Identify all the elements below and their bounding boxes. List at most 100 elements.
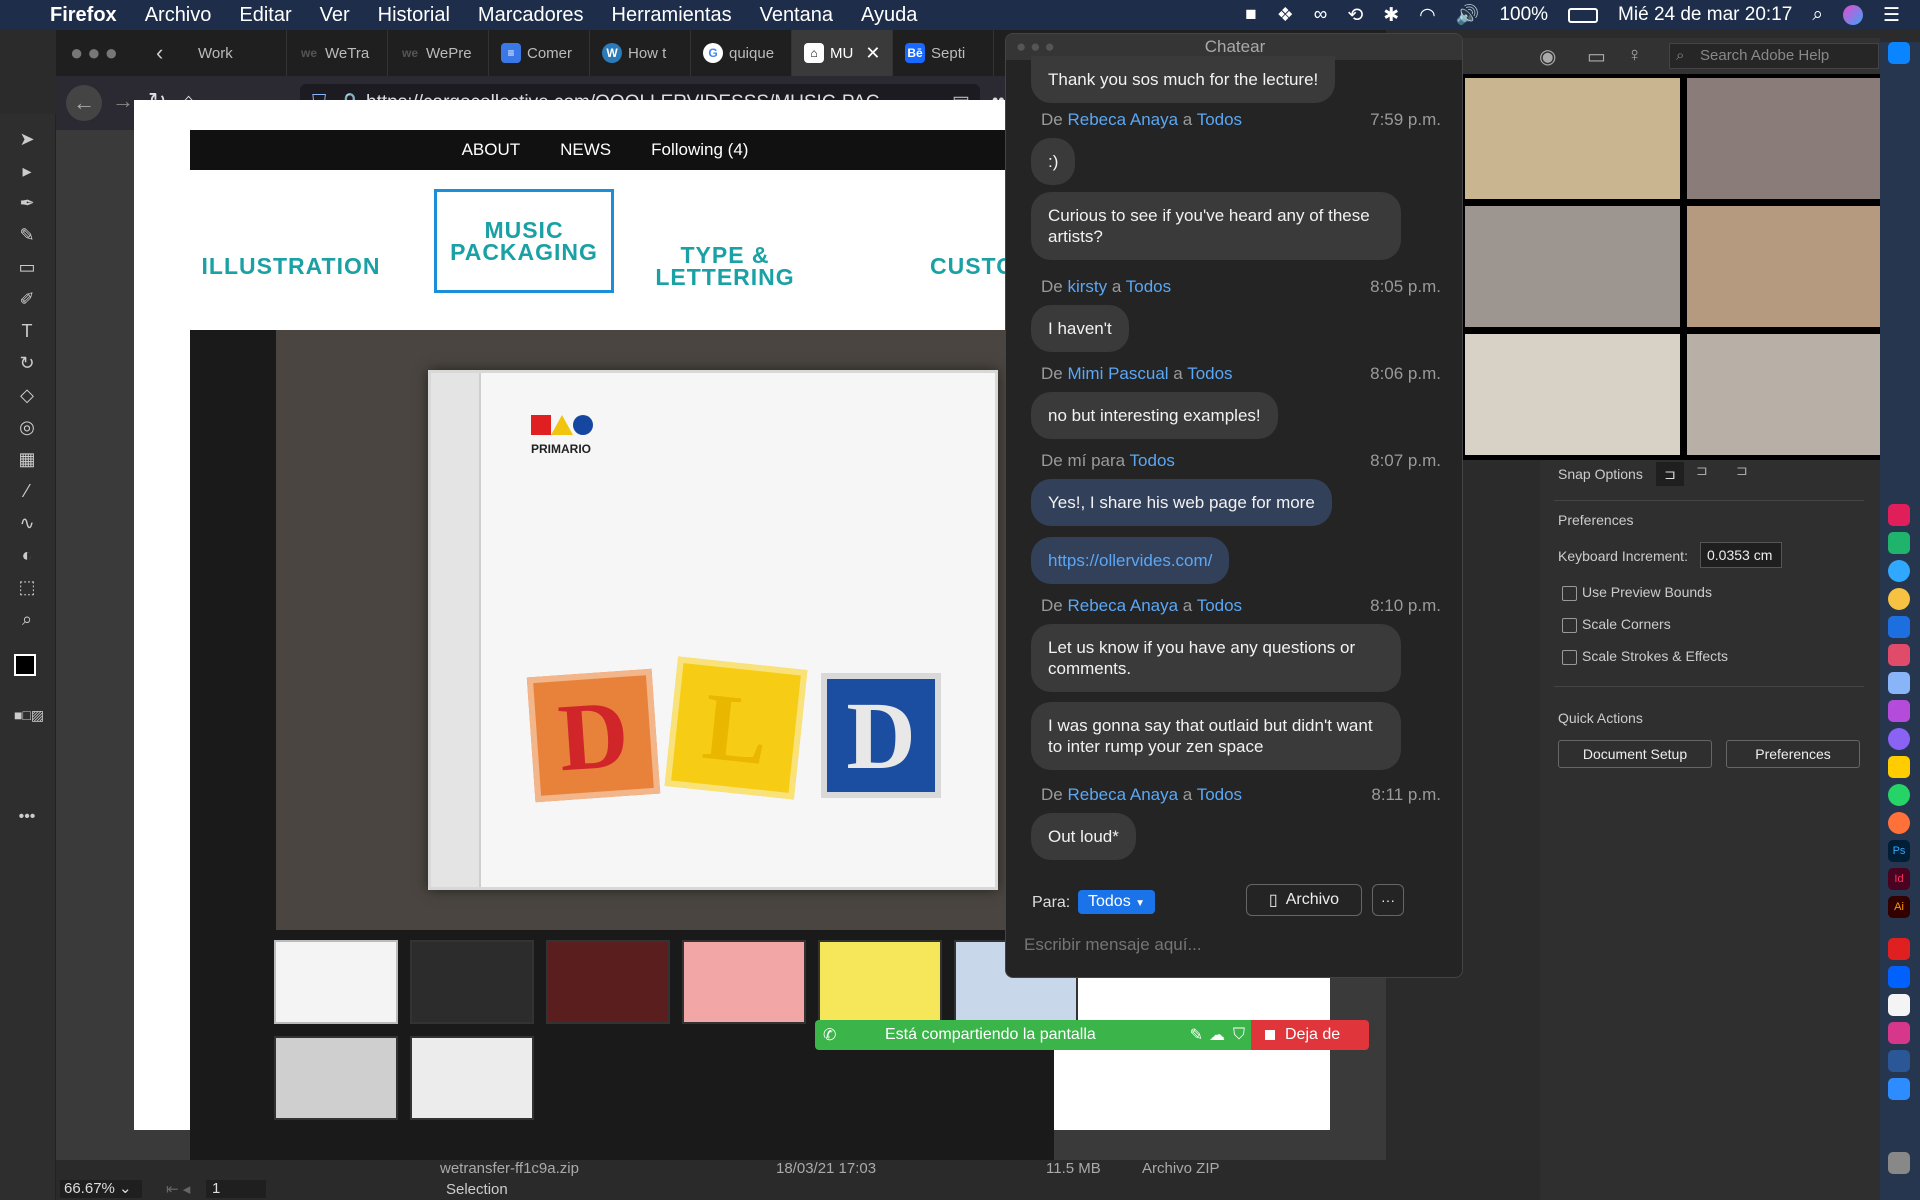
dock-instagram-icon[interactable] [1888,1022,1910,1044]
recipient-dropdown[interactable]: Todos ▼ [1078,890,1156,914]
blend-tool-icon[interactable]: ∿ [14,510,40,536]
dock-firefox-icon[interactable] [1888,812,1910,834]
menu-marcadores[interactable]: Marcadores [478,4,584,27]
dock-creative-cloud-icon[interactable] [1888,700,1910,722]
tab-wetransfer-1[interactable]: we WeTra [287,30,388,76]
sender-name[interactable]: Rebeca Anaya [1067,785,1178,804]
menu-herramientas[interactable]: Herramientas [612,4,732,27]
lasso-tool-icon[interactable]: ◎ [14,414,40,440]
video-participant-2[interactable] [1687,78,1902,199]
dock-textedit-icon[interactable] [1888,994,1910,1016]
dock-skype-icon[interactable] [1888,560,1910,582]
video-participant-6[interactable] [1687,334,1902,455]
wifi-icon[interactable]: ◠ [1419,4,1436,27]
menu-ayuda[interactable]: Ayuda [861,4,917,27]
rectangle-tool-icon[interactable]: ▭ [14,254,40,280]
recipient-name[interactable]: Todos [1130,451,1175,470]
dock-finder-icon[interactable] [1888,42,1910,64]
gradient-tool-icon[interactable]: ▦ [14,446,40,472]
shared-link[interactable]: https://ollervides.com/ [1031,537,1230,584]
dock-preview-icon[interactable] [1888,672,1910,694]
spotlight-icon[interactable]: ⌕ [1812,4,1823,26]
use-preview-bounds-checkbox[interactable] [1562,586,1577,601]
thumbnail-8[interactable] [410,1036,534,1120]
dropbox-icon[interactable]: ❖ [1277,4,1294,27]
tab-behance[interactable]: Bē Septi [893,30,994,76]
recipient-name[interactable]: Todos [1126,277,1171,296]
window-controls[interactable]: ●●● [56,40,156,66]
message-input[interactable] [1024,928,1444,962]
thumbnail-5[interactable] [818,940,942,1024]
workspace-icon[interactable]: ▭ [1587,44,1606,69]
nav-news[interactable]: NEWS [560,140,611,160]
shape-builder-icon[interactable]: ◐ [14,542,40,568]
dock-whatsapp-icon[interactable] [1888,784,1910,806]
tab-wetransfer-2[interactable]: we WePre [388,30,489,76]
file-button[interactable]: ▯ Archivo [1246,884,1362,916]
mic-muted-icon[interactable]: ✎ [1190,1025,1203,1045]
cloud-icon[interactable]: ☁ [1209,1025,1225,1045]
control-center-icon[interactable]: ☰ [1883,4,1900,27]
search-adobe-help[interactable]: ⌕ Search Adobe Help [1669,43,1879,69]
dock-photoshop-icon[interactable]: Ps [1888,840,1910,862]
rotate-tool-icon[interactable]: ↻ [14,350,40,376]
zoom-level-field[interactable]: 66.67% ⌄ [60,1180,142,1198]
curvature-tool-icon[interactable]: ✎ [14,222,40,248]
dock-notes-icon[interactable] [1888,756,1910,778]
recipient-name[interactable]: Todos [1197,596,1242,615]
more-options-button[interactable]: ··· [1372,884,1404,916]
recipient-name[interactable]: Todos [1197,110,1242,129]
recipient-name[interactable]: Todos [1187,364,1232,383]
tab-docs[interactable]: ≡ Comer [489,30,590,76]
screen-share-banner[interactable]: ✆ Está compartiendo la pantalla ✎ ☁ ⛉ [815,1020,1251,1050]
tab-work[interactable]: Work [186,30,287,76]
creative-cloud-icon[interactable]: ∞ [1314,4,1328,26]
video-participant-1[interactable] [1465,78,1680,199]
dock-app-icon[interactable] [1888,644,1910,666]
clock[interactable]: Mié 24 de mar 20:17 [1618,4,1792,26]
dock-facetime-icon[interactable] [1888,616,1910,638]
artboard-tool-icon[interactable]: ⬚ [14,574,40,600]
thumbnail-7[interactable] [274,1036,398,1120]
category-type-lettering[interactable]: TYPE & LETTERING [650,202,800,330]
tab-google[interactable]: Gquique [691,30,792,76]
snap-to-grid-icon[interactable]: ⊐ [1696,462,1708,479]
thumbnail-3[interactable] [546,940,670,1024]
tab-wordpress[interactable]: W How t [590,30,691,76]
zoom-meeting-icon[interactable]: ■ [1245,4,1256,26]
tab-list-back-icon[interactable]: ‹ [156,40,186,66]
volume-icon[interactable]: 🔊 [1456,3,1480,27]
menu-ventana[interactable]: Ventana [760,4,833,27]
time-machine-icon[interactable]: ⟲ [1347,4,1363,27]
video-participant-5[interactable] [1465,334,1680,455]
dock-zoom-icon[interactable] [1888,1078,1910,1100]
battery-icon[interactable] [1568,7,1599,23]
dock-acrobat-icon[interactable] [1888,938,1910,960]
forward-button-icon[interactable]: → [112,88,134,114]
pen-tool-icon[interactable]: ✒ [14,190,40,216]
category-illustration[interactable]: ILLUSTRATION [202,202,380,330]
video-participant-3[interactable] [1465,206,1680,327]
snap-to-pixel-icon[interactable]: ⊐ [1736,462,1748,479]
sender-name[interactable]: kirsty [1067,277,1107,296]
siri-icon[interactable] [1842,5,1863,25]
menu-editar[interactable]: Editar [239,4,291,27]
direct-selection-tool-icon[interactable]: ▸ [14,158,40,184]
artboard-navigation[interactable]: ⇤ ◂ [166,1180,190,1198]
battery-percent[interactable]: 100% [1499,4,1548,26]
eyedropper-tool-icon[interactable]: ⁄ [14,478,40,504]
bluetooth-icon[interactable]: ✱ [1383,4,1399,27]
user-icon[interactable]: ◉ [1539,44,1556,69]
scale-corners-checkbox[interactable] [1562,618,1577,633]
preferences-button[interactable]: Preferences [1726,740,1860,768]
lightbulb-icon[interactable]: ♀ [1627,44,1642,67]
sender-name[interactable]: Rebeca Anaya [1067,110,1178,129]
recipient-name[interactable]: Todos [1197,785,1242,804]
video-participant-4[interactable] [1687,206,1902,327]
menu-app-name[interactable]: Firefox [50,4,117,27]
status-selection[interactable]: Selection [446,1181,508,1198]
close-tab-icon[interactable]: ✕ [865,43,880,64]
tab-cargo[interactable]: ⌂ MU ✕ [792,30,893,76]
thumbnail-2[interactable] [410,940,534,1024]
thumbnail-4[interactable] [682,940,806,1024]
